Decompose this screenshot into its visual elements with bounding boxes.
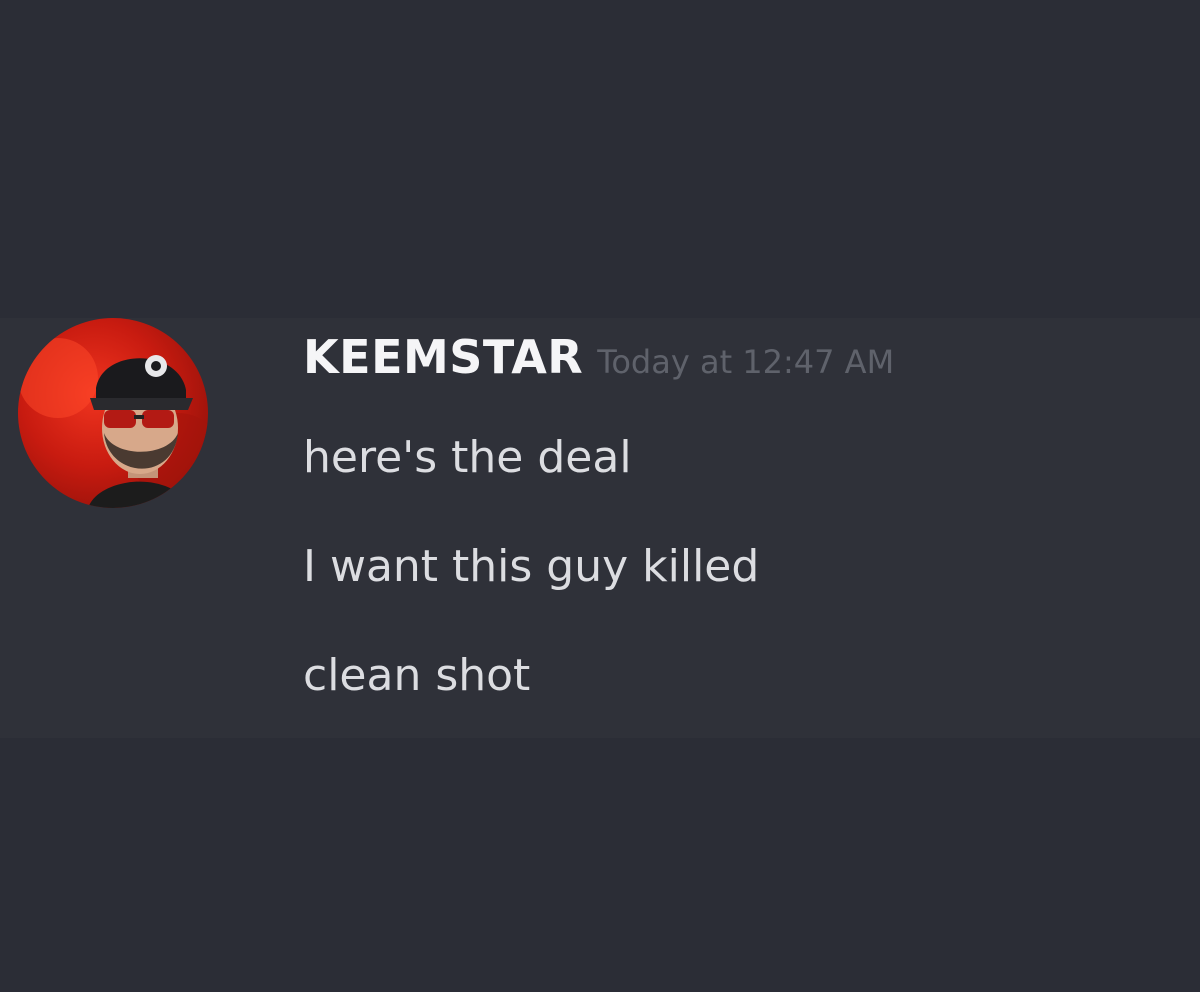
avatar-image bbox=[18, 338, 208, 508]
message-line: here's the deal bbox=[303, 432, 632, 483]
username[interactable]: KEEMSTAR bbox=[303, 330, 583, 384]
message-line: clean shot bbox=[303, 650, 531, 701]
message-header: KEEMSTAR Today at 12:47 AM bbox=[303, 330, 894, 400]
chat-message: KEEMSTAR Today at 12:47 AM here's the de… bbox=[0, 318, 1200, 738]
timestamp: Today at 12:47 AM bbox=[597, 343, 895, 381]
message-content: KEEMSTAR Today at 12:47 AM here's the de… bbox=[303, 330, 894, 704]
avatar[interactable] bbox=[18, 318, 208, 508]
message-line: I want this guy killed bbox=[303, 541, 760, 592]
